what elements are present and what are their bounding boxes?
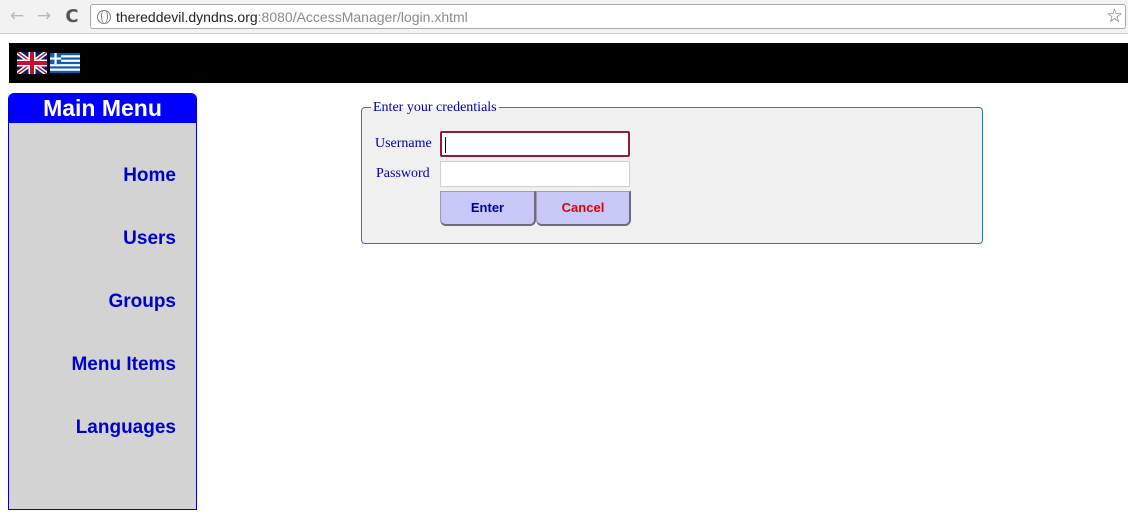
browser-toolbar: ← → C thereddevil.dyndns.org:8080/Access…: [0, 0, 1128, 34]
url-text: thereddevil.dyndns.org:8080/AccessManage…: [116, 9, 468, 25]
username-input[interactable]: [440, 131, 630, 157]
greek-flag-icon[interactable]: [50, 52, 80, 74]
menu-item-languages[interactable]: Languages: [76, 417, 176, 439]
main-menu: Main Menu Home Users Groups Menu Items L…: [8, 93, 197, 510]
username-label: Username: [375, 136, 432, 151]
reload-icon[interactable]: C: [62, 6, 82, 27]
menu-item-menu-items[interactable]: Menu Items: [71, 354, 176, 376]
url-path: :8080/AccessManager/login.xhtml: [257, 9, 468, 25]
password-input[interactable]: [440, 161, 630, 187]
page-header: [9, 43, 1128, 83]
enter-button[interactable]: Enter: [440, 191, 536, 226]
text-caret: [445, 137, 446, 153]
back-arrow-icon[interactable]: ←: [7, 6, 27, 26]
password-label: Password: [376, 166, 430, 181]
credentials-fieldset: Enter your credentials Username Password…: [361, 100, 983, 244]
menu-item-groups[interactable]: Groups: [108, 291, 176, 313]
uk-flag-icon[interactable]: [17, 52, 47, 74]
bookmark-star-icon[interactable]: ☆: [1106, 5, 1123, 27]
url-host: thereddevil.dyndns.org: [116, 9, 258, 25]
forward-arrow-icon[interactable]: →: [34, 6, 54, 26]
main-menu-title: Main Menu: [9, 94, 196, 123]
menu-item-home[interactable]: Home: [123, 165, 176, 187]
cancel-button[interactable]: Cancel: [536, 191, 631, 226]
credentials-legend: Enter your credentials: [371, 100, 499, 116]
menu-item-users[interactable]: Users: [123, 228, 176, 250]
globe-icon: [97, 10, 111, 24]
address-bar[interactable]: thereddevil.dyndns.org:8080/AccessManage…: [90, 4, 1126, 29]
